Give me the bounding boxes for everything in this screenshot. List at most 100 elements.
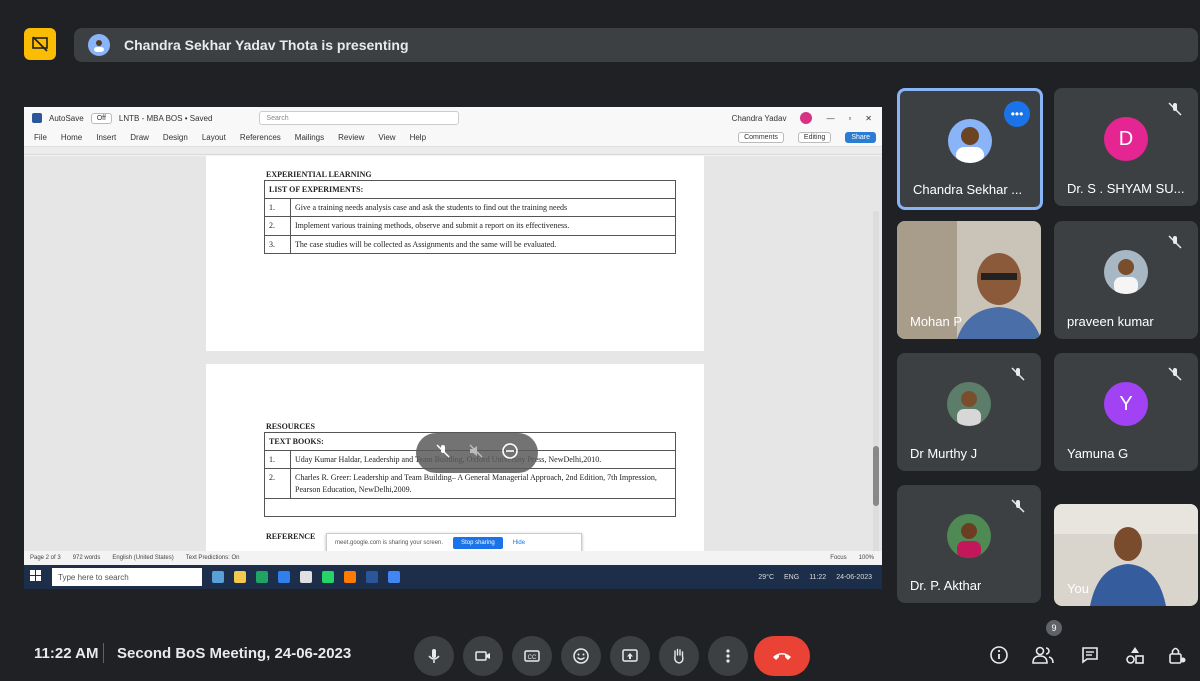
autosave-toggle[interactable]: Off: [90, 112, 112, 124]
raise-hand-button[interactable]: [659, 636, 699, 676]
menu-mailings[interactable]: Mailings: [295, 133, 324, 142]
weather[interactable]: 29°C: [758, 574, 774, 581]
end-call-icon: [773, 653, 791, 660]
participant-name: Dr. P. Akthar: [910, 578, 982, 593]
volume-off-icon[interactable]: [468, 443, 484, 464]
participant-name: Mohan P: [910, 314, 963, 329]
menu-help[interactable]: Help: [410, 133, 426, 142]
present-screen-icon: [622, 649, 638, 662]
participant-name: Yamuna G: [1067, 446, 1129, 461]
firefox-icon[interactable]: [344, 571, 356, 583]
participant-avatar: D: [1104, 117, 1148, 161]
participant-tile[interactable]: praveen kumar: [1054, 221, 1198, 339]
activities-button[interactable]: [1122, 642, 1148, 668]
windows-start-icon[interactable]: [30, 570, 42, 584]
taskview-icon[interactable]: [212, 571, 224, 583]
people-count-badge: 9: [1046, 620, 1062, 636]
mail-icon[interactable]: [278, 571, 290, 583]
leave-call-button[interactable]: [754, 636, 810, 676]
microphone-button[interactable]: [414, 636, 454, 676]
menu-draw[interactable]: Draw: [130, 133, 149, 142]
captions-button[interactable]: CC: [512, 636, 552, 676]
participant-name: Dr. S . SHYAM SU...: [1067, 181, 1185, 196]
vertical-scrollbar[interactable]: [873, 211, 879, 589]
participant-avatar: [947, 514, 991, 558]
emoji-icon: [573, 648, 589, 664]
app-icon[interactable]: [300, 571, 312, 583]
present-button[interactable]: [610, 636, 650, 676]
more-options-button[interactable]: [708, 636, 748, 676]
mic-off-icon: [1168, 102, 1182, 116]
presenting-text: Chandra Sekhar Yadav Thota is presenting: [124, 37, 409, 53]
document-page: EXPERIENTIAL LEARNING LIST OF EXPERIMENT…: [206, 156, 704, 351]
document-area: EXPERIENTIAL LEARNING LIST OF EXPERIMENT…: [24, 156, 882, 589]
minimize-icon[interactable]: —: [826, 114, 834, 123]
section-heading: RESOURCES: [266, 422, 315, 431]
participant-avatar: [948, 119, 992, 163]
menu-view[interactable]: View: [378, 133, 395, 142]
participant-tile[interactable]: Mohan P: [897, 221, 1041, 339]
participant-tile[interactable]: D Dr. S . SHYAM SU...: [1054, 88, 1198, 206]
word-user-name: Chandra Yadav: [731, 113, 787, 123]
file-explorer-icon[interactable]: [234, 571, 246, 583]
menu-references[interactable]: References: [240, 133, 281, 142]
people-icon: [1032, 646, 1054, 664]
word-logo-icon: [32, 113, 42, 123]
input-language[interactable]: ENG: [784, 574, 799, 581]
whatsapp-icon[interactable]: [322, 571, 334, 583]
word-icon[interactable]: [366, 571, 378, 583]
remove-icon[interactable]: [501, 442, 519, 465]
meeting-time: 11:22 AM: [34, 645, 99, 662]
chrome-icon[interactable]: [388, 571, 400, 583]
meeting-details-button[interactable]: [986, 642, 1012, 668]
participant-tile[interactable]: ••• Chandra Sekhar ...: [897, 88, 1043, 210]
people-button[interactable]: [1030, 642, 1056, 668]
participant-tile[interactable]: Dr Murthy J: [897, 353, 1041, 471]
taskbar-search[interactable]: Type here to search: [52, 568, 202, 586]
word-search[interactable]: Search: [259, 111, 460, 125]
menu-insert[interactable]: Insert: [96, 133, 116, 142]
maximize-icon[interactable]: ▫: [848, 114, 851, 123]
word-titlebar: AutoSave Off LNTB - MBA BOS • Saved Sear…: [24, 107, 882, 129]
menu-review[interactable]: Review: [338, 133, 364, 142]
stop-sharing-button[interactable]: Stop sharing: [453, 537, 503, 549]
date[interactable]: 24-06-2023: [836, 574, 872, 581]
svg-text:CC: CC: [528, 655, 537, 661]
chat-button[interactable]: [1077, 642, 1103, 668]
comments-button[interactable]: Comments: [738, 132, 784, 143]
focus-mode[interactable]: Focus: [830, 555, 846, 561]
word-count: 972 words: [72, 555, 101, 561]
participant-tile[interactable]: Y Yamuna G: [1054, 353, 1198, 471]
participant-tile[interactable]: You: [1054, 504, 1198, 606]
menu-file[interactable]: File: [34, 133, 47, 142]
presenting-banner: Chandra Sekhar Yadav Thota is presenting: [74, 28, 1198, 62]
camera-button[interactable]: [463, 636, 503, 676]
divider: [103, 643, 104, 663]
scroll-thumb[interactable]: [873, 446, 879, 506]
zoom-level[interactable]: 100%: [859, 555, 882, 561]
more-vert-icon: [726, 649, 730, 663]
table-row: 3. The case studies will be collected as …: [264, 234, 676, 254]
menu-home[interactable]: Home: [61, 133, 82, 142]
table-header: LIST OF EXPERIMENTS:: [264, 179, 676, 200]
reactions-button[interactable]: [561, 636, 601, 676]
language: English (United States): [112, 555, 174, 561]
share-button[interactable]: Share: [845, 132, 876, 143]
presenter-avatar: [88, 34, 110, 56]
menu-design[interactable]: Design: [163, 133, 188, 142]
hide-link[interactable]: Hide: [513, 540, 525, 546]
clock[interactable]: 11:22: [809, 574, 826, 581]
close-icon[interactable]: ✕: [865, 114, 872, 123]
more-options-icon[interactable]: •••: [1004, 101, 1030, 127]
mic-off-icon[interactable]: [435, 443, 451, 464]
user-avatar[interactable]: [800, 112, 813, 124]
participant-name: Dr Murthy J: [910, 446, 978, 461]
host-controls-button[interactable]: [1164, 642, 1190, 668]
table-row: 1. Give a training needs analysis case an…: [264, 198, 676, 218]
section-heading: EXPERIENTIAL LEARNING: [266, 170, 372, 179]
info-icon: [990, 646, 1008, 664]
menu-layout[interactable]: Layout: [202, 133, 226, 142]
participant-tile[interactable]: Dr. P. Akthar: [897, 485, 1041, 603]
editing-button[interactable]: Editing: [797, 132, 832, 143]
edge-icon[interactable]: [256, 571, 268, 583]
